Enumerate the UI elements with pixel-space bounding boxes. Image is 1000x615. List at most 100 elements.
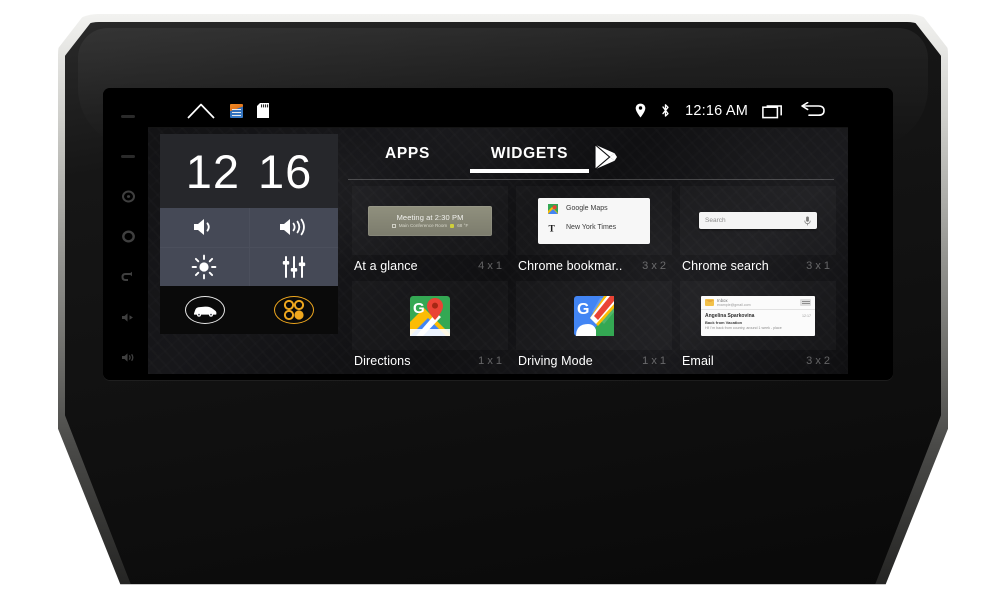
sd-card-icon <box>257 103 269 118</box>
widget-footer-driving-mode: Driving Mode 1 x 1 <box>516 350 672 372</box>
widget-item-chrome-bookmarks[interactable]: Google Maps T New York Times Chrome book <box>516 186 672 277</box>
svg-text:G: G <box>577 301 589 318</box>
email-message-row: Angelina Sparkovina 12:17 Back from Vaca… <box>701 310 815 330</box>
status-bar: 12:16 AM <box>148 94 848 128</box>
widget-size: 1 x 1 <box>478 355 502 367</box>
launcher-tabs: APPS WIDGETS <box>348 134 848 180</box>
widget-label: Chrome search <box>682 259 769 273</box>
volume-down-hard-button[interactable] <box>117 308 139 328</box>
tab-apps[interactable]: APPS <box>360 141 455 173</box>
widget-grid: Meeting at 2:30 PM Main Conference Room … <box>348 184 840 372</box>
panel-clock: 12 16 <box>160 134 338 208</box>
volume-up-hard-button[interactable] <box>117 348 139 368</box>
car-head-unit: 12:16 AM APPS WIDGETS Meeting at 2:30 PM… <box>58 14 948 594</box>
equalizer-icon <box>282 255 305 278</box>
widget-label: Directions <box>354 354 411 368</box>
car-icon <box>193 306 216 317</box>
widget-label: Email <box>682 354 714 368</box>
email-account-text: Inbox example@gmail.com <box>717 298 751 307</box>
bookmark-row: Google Maps <box>538 203 650 214</box>
widget-item-driving-mode[interactable]: G Driving Mode 1 x 1 <box>516 281 672 372</box>
bookmark-label: New York Times <box>566 224 617 231</box>
email-snippet: Hi! I'm back from country, around 1 week… <box>705 325 782 330</box>
google-maps-favicon <box>548 203 558 214</box>
email-sender: Angelina Sparkovina <box>705 312 755 319</box>
mail-icon <box>705 299 714 307</box>
home-hard-button[interactable] <box>117 227 139 247</box>
status-bar-left <box>148 102 269 119</box>
widget-label: Driving Mode <box>518 354 593 368</box>
volume-low-icon <box>194 219 210 236</box>
calendar-icon <box>391 223 396 228</box>
brightness-button[interactable] <box>160 247 249 286</box>
widget-item-chrome-search[interactable]: Search Chrome search 3 x 1 <box>680 186 836 277</box>
widget-size: 1 x 1 <box>642 355 666 367</box>
tabs-divider <box>348 179 834 180</box>
widget-item-email[interactable]: Inbox example@gmail.com Angelina Sparkov… <box>680 281 836 372</box>
widget-preview-email: Inbox example@gmail.com Angelina Sparkov… <box>680 281 836 350</box>
tab-widgets[interactable]: WIDGETS <box>467 141 592 173</box>
widget-item-at-a-glance[interactable]: Meeting at 2:30 PM Main Conference Room … <box>352 186 508 277</box>
search-bar-preview: Search <box>699 212 817 229</box>
physical-button-column <box>111 106 145 368</box>
widget-footer-directions: Directions 1 x 1 <box>352 350 508 372</box>
email-time: 12:17 <box>802 313 811 318</box>
home-icon[interactable] <box>186 102 216 119</box>
widget-preview-at-a-glance: Meeting at 2:30 PM Main Conference Room … <box>352 186 508 255</box>
panel-clock-minutes: 16 <box>258 144 313 198</box>
glance-subtitle-row: Main Conference Room 68 °F <box>391 223 469 228</box>
widget-label: At a glance <box>354 259 418 273</box>
email-card: Inbox example@gmail.com Angelina Sparkov… <box>701 295 815 336</box>
bookmark-label: Google Maps <box>566 205 608 212</box>
equalizer-button[interactable] <box>249 247 338 286</box>
compose-icon <box>800 299 811 307</box>
glance-location: Main Conference Room <box>398 223 448 228</box>
email-account-header: Inbox example@gmail.com <box>701 296 815 311</box>
back-hard-button[interactable] <box>117 267 139 287</box>
email-inbox-label: Inbox <box>717 298 728 303</box>
widget-preview-driving-mode: G <box>516 281 672 350</box>
microphone-icon <box>804 216 811 225</box>
status-bar-right: 12:16 AM <box>635 102 848 119</box>
brightness-icon <box>191 254 217 280</box>
power-button[interactable] <box>117 187 139 207</box>
side-dash-1[interactable] <box>117 106 139 126</box>
glance-card: Meeting at 2:30 PM Main Conference Room … <box>368 205 492 236</box>
recents-icon[interactable] <box>762 102 786 119</box>
panel-bottom-bar <box>160 286 338 334</box>
status-clock: 12:16 AM <box>685 102 748 119</box>
panel-button-grid <box>160 208 338 286</box>
app-notification-icon <box>230 103 243 118</box>
search-placeholder: Search <box>705 217 726 224</box>
volume-down-button[interactable] <box>160 208 249 247</box>
widget-size: 3 x 2 <box>806 355 830 367</box>
side-dash-2[interactable] <box>117 146 139 166</box>
weather-icon <box>450 223 455 228</box>
widget-preview-chrome-bookmarks: Google Maps T New York Times <box>516 186 672 255</box>
volume-high-icon <box>279 218 305 236</box>
google-maps-driving-icon: G <box>574 295 614 336</box>
new-york-times-favicon: T <box>549 224 556 232</box>
email-subject: Back from Vacation <box>705 319 743 325</box>
quick-control-panel: 12 16 <box>160 134 338 334</box>
glance-title: Meeting at 2:30 PM <box>396 213 464 222</box>
widget-size: 3 x 2 <box>642 260 666 272</box>
glance-temp: 68 °F <box>457 223 469 228</box>
widget-label: Chrome bookmar.. <box>518 259 623 273</box>
location-pin-icon <box>635 103 646 118</box>
bookmark-row: T New York Times <box>538 223 650 233</box>
play-store-icon[interactable] <box>592 143 632 171</box>
google-maps-icon: G <box>410 295 450 336</box>
car-button[interactable] <box>184 296 225 324</box>
back-icon[interactable] <box>800 102 826 119</box>
widget-preview-directions: G <box>352 281 508 350</box>
panel-clock-hours: 12 <box>185 144 240 198</box>
widget-size: 4 x 1 <box>478 260 502 272</box>
bluetooth-icon <box>660 103 671 118</box>
widget-item-directions[interactable]: G Directions 1 x 1 <box>352 281 508 372</box>
widget-footer-chrome-bookmarks: Chrome bookmar.. 3 x 2 <box>516 255 672 277</box>
svg-text:G: G <box>413 300 425 317</box>
touchscreen-display[interactable]: 12:16 AM APPS WIDGETS Meeting at 2:30 PM… <box>148 94 848 374</box>
volume-up-button[interactable] <box>249 208 338 247</box>
apps-button[interactable] <box>273 296 314 324</box>
